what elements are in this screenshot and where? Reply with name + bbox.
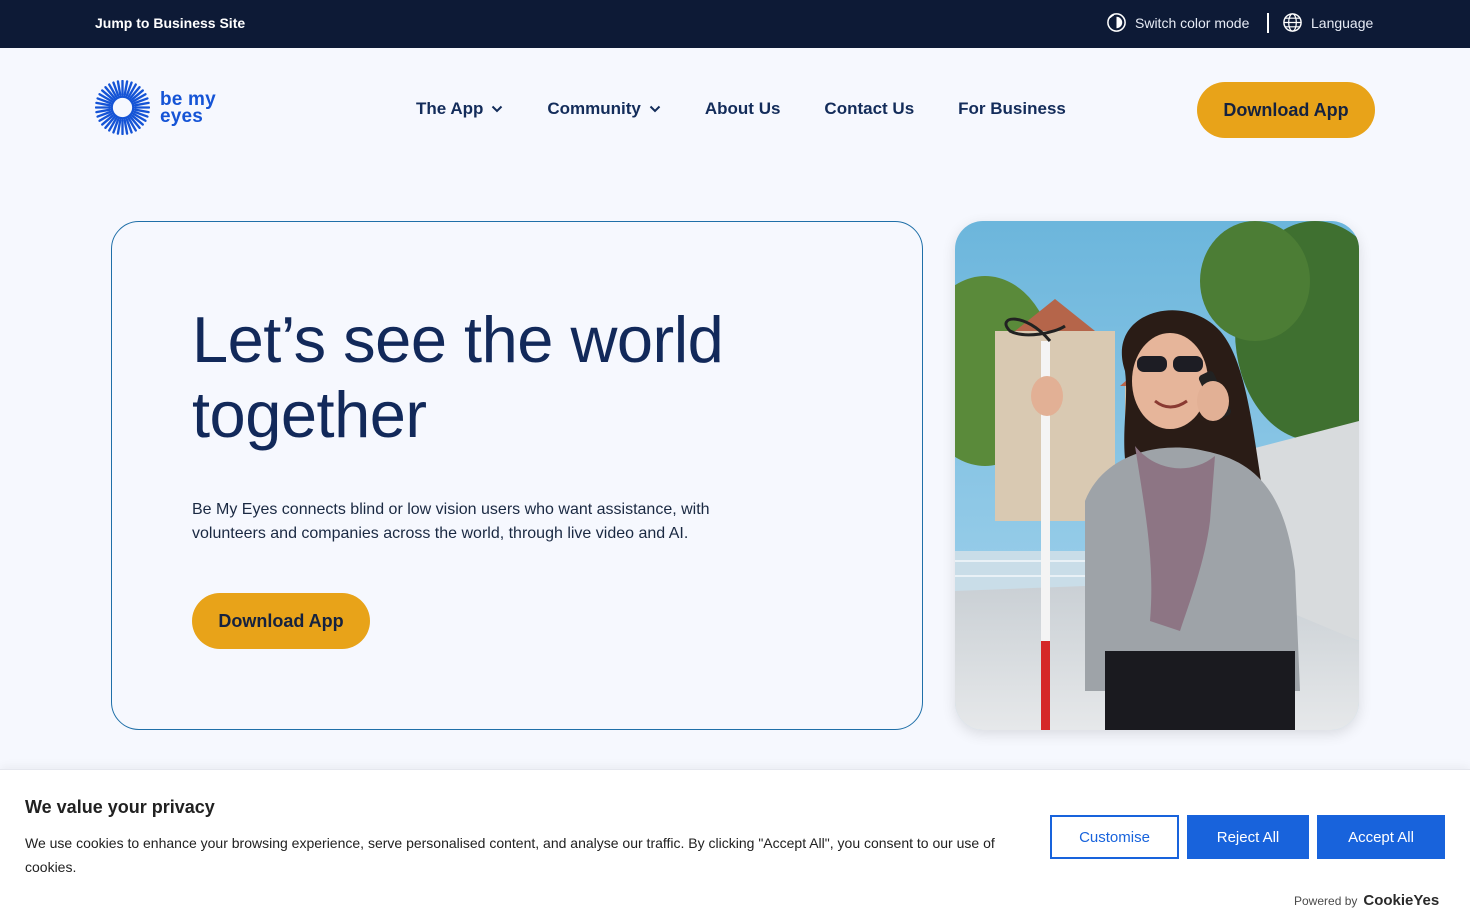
language-label: Language	[1311, 14, 1374, 31]
cookie-text: We use cookies to enhance your browsing …	[25, 835, 995, 875]
top-bar: Jump to Business Site Switch color mode …	[0, 0, 1470, 48]
color-mode-label: Switch color mode	[1135, 14, 1250, 31]
cookieyes-logo[interactable]: CookieYes	[1363, 892, 1439, 909]
nav-label: For Business	[958, 99, 1066, 118]
logo-wordmark: be my eyes	[160, 88, 216, 127]
customise-button[interactable]: Customise	[1050, 815, 1179, 859]
nav-item-contact-us[interactable]: Contact Us	[824, 99, 914, 119]
color-mode-icon	[1107, 13, 1126, 32]
language-selector[interactable]: Language	[1282, 12, 1373, 33]
hero-title-line-1: Let’s see the world	[192, 303, 724, 376]
globe-icon	[1283, 13, 1302, 32]
nav-label: About Us	[704, 99, 781, 118]
powered-by: Powered by CookieYes	[1294, 892, 1439, 909]
hero-title: Let’s see the world together	[192, 302, 792, 452]
nav-label: Community	[547, 99, 641, 118]
be-my-eyes-logo[interactable]: be my eyes	[95, 80, 216, 135]
reject-all-button[interactable]: Reject All	[1187, 815, 1309, 859]
topbar-divider	[1267, 13, 1269, 33]
logo-ring	[110, 95, 135, 120]
main-nav: The App Community About Us Contact Us Fo…	[416, 99, 1066, 119]
chevron-down-icon	[492, 105, 503, 113]
chevron-down-icon	[649, 105, 661, 113]
header-download-app-button[interactable]: Download App	[1197, 82, 1375, 138]
logo-line-2: eyes	[160, 105, 204, 127]
nav-label: Contact Us	[824, 99, 915, 118]
hero-title-line-2: together	[192, 378, 427, 451]
nav-label: The App	[416, 99, 484, 118]
sunburst-logo-icon	[95, 80, 150, 135]
color-mode-toggle[interactable]: Switch color mode	[1106, 12, 1249, 33]
hero-description: Be My Eyes connects blind or low vision …	[192, 501, 710, 542]
hero-photo	[955, 221, 1359, 730]
nav-item-community[interactable]: Community	[547, 99, 661, 119]
hero-card: Let’s see the world together Be My Eyes …	[111, 221, 923, 730]
logo-line-1: be my	[160, 88, 216, 110]
nav-item-the-app[interactable]: The App	[416, 99, 503, 119]
nav-item-for-business[interactable]: For Business	[958, 99, 1066, 119]
cookie-consent-banner: We value your privacy We use cookies to …	[0, 769, 1470, 923]
nav-item-about-us[interactable]: About Us	[705, 99, 781, 119]
accept-all-button[interactable]: Accept All	[1317, 815, 1445, 859]
jump-to-business-link[interactable]: Jump to Business Site	[95, 15, 245, 31]
powered-by-label: Powered by	[1294, 893, 1358, 908]
cookie-title: We value your privacy	[25, 797, 215, 817]
hero-download-app-button[interactable]: Download App	[192, 593, 370, 649]
woman-with-white-cane-image	[955, 221, 1359, 730]
